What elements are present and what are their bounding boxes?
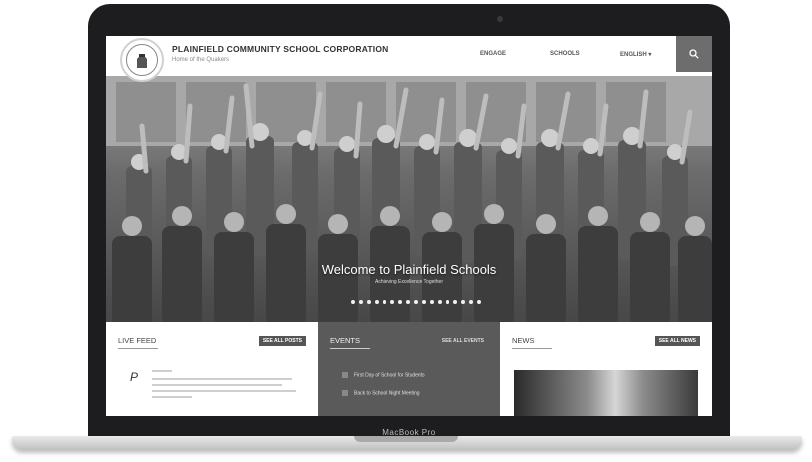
feed-text-line bbox=[152, 378, 292, 380]
slide-indicator bbox=[351, 300, 481, 304]
slide-dot[interactable] bbox=[429, 300, 434, 304]
slide-dot[interactable] bbox=[406, 300, 410, 304]
search-icon bbox=[689, 49, 699, 59]
slide-dot[interactable] bbox=[477, 300, 481, 304]
event-item[interactable]: First Day of School for Students bbox=[342, 372, 425, 378]
see-all-events-button[interactable]: SEE ALL EVENTS bbox=[438, 336, 488, 346]
live-feed-title: LIVE FEED bbox=[118, 336, 157, 345]
hero-photo bbox=[106, 76, 712, 322]
slide-dot[interactable] bbox=[390, 300, 395, 304]
news-title: NEWS bbox=[512, 336, 535, 345]
slide-dot[interactable] bbox=[453, 300, 458, 304]
feed-text-line bbox=[152, 390, 296, 392]
feed-text-line bbox=[152, 396, 192, 398]
slide-dot[interactable] bbox=[351, 300, 355, 304]
slide-dot[interactable] bbox=[366, 300, 371, 304]
feed-text-line bbox=[152, 384, 282, 386]
slide-dot[interactable] bbox=[414, 300, 418, 304]
hero-banner: Welcome to Plainfield Schools Achieving … bbox=[106, 76, 712, 322]
slide-dot[interactable] bbox=[398, 300, 403, 304]
slide-dot[interactable] bbox=[382, 300, 387, 304]
slide-dot[interactable] bbox=[374, 300, 379, 304]
camera-icon bbox=[497, 16, 503, 22]
slide-dot[interactable] bbox=[469, 300, 473, 304]
news-panel: NEWS SEE ALL NEWS bbox=[500, 322, 712, 416]
title-underline bbox=[330, 348, 370, 349]
slide-dot[interactable] bbox=[358, 300, 363, 304]
nav-engage[interactable]: ENGAGE bbox=[480, 51, 506, 57]
chevron-down-icon: ▾ bbox=[648, 52, 652, 58]
school-logo[interactable] bbox=[120, 38, 164, 82]
events-panel: EVENTS SEE ALL EVENTS First Day of Schoo… bbox=[318, 322, 500, 416]
device-label: MacBook Pro bbox=[382, 428, 436, 437]
see-all-posts-button[interactable]: SEE ALL POSTS bbox=[258, 336, 306, 346]
title-underline bbox=[118, 348, 158, 349]
feed-text-line bbox=[152, 370, 172, 372]
see-all-news-button[interactable]: SEE ALL NEWS bbox=[654, 336, 700, 346]
news-photo[interactable] bbox=[514, 370, 698, 416]
quaker-seal-icon bbox=[126, 44, 158, 76]
pinterest-icon[interactable]: P bbox=[130, 370, 138, 384]
calendar-icon bbox=[342, 390, 348, 396]
browser-screen: PLAINFIELD COMMUNITY SCHOOL CORPORATION … bbox=[106, 36, 712, 416]
event-item-label: First Day of School for Students bbox=[354, 372, 425, 379]
slide-dot[interactable] bbox=[421, 300, 426, 304]
event-item[interactable]: Back to School Night Meeting bbox=[342, 390, 420, 396]
slide-dot[interactable] bbox=[445, 300, 450, 304]
nav-language-label: ENGLISH bbox=[620, 52, 647, 58]
site-subtitle: Home of the Quakers bbox=[172, 57, 230, 63]
title-underline bbox=[512, 348, 552, 349]
live-feed-panel: LIVE FEED SEE ALL POSTS P bbox=[106, 322, 318, 416]
site-header: PLAINFIELD COMMUNITY SCHOOL CORPORATION … bbox=[106, 36, 712, 82]
slide-dot[interactable] bbox=[461, 300, 466, 304]
calendar-icon bbox=[342, 372, 348, 378]
event-item-label: Back to School Night Meeting bbox=[354, 390, 420, 397]
slide-dot[interactable] bbox=[437, 300, 442, 304]
site-title[interactable]: PLAINFIELD COMMUNITY SCHOOL CORPORATION bbox=[172, 44, 389, 54]
hero-subtitle: Achieving Excellence Together bbox=[374, 279, 443, 285]
hero-title: Welcome to Plainfield Schools bbox=[321, 262, 497, 277]
nav-language[interactable]: ENGLISH ▾ bbox=[620, 51, 651, 58]
nav-schools[interactable]: SCHOOLS bbox=[550, 51, 580, 57]
search-button[interactable] bbox=[676, 36, 712, 72]
events-title: EVENTS bbox=[330, 336, 361, 345]
